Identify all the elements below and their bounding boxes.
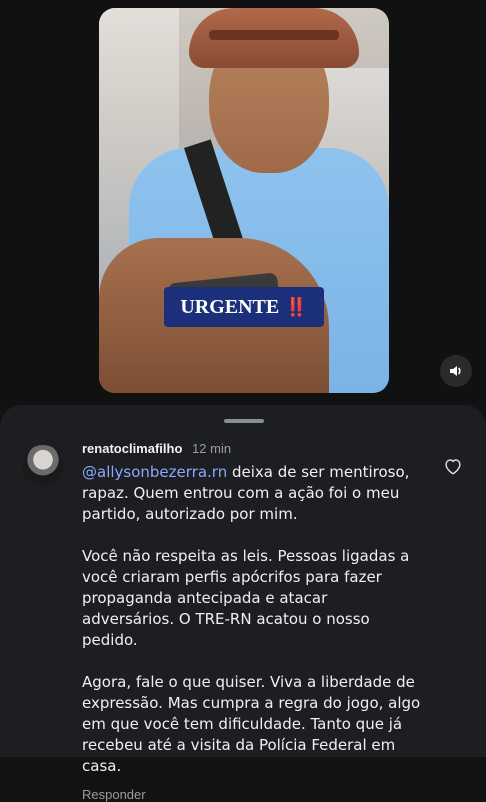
comments-sheet: renatoclimafilho 12 min @allysonbezerra.… — [0, 405, 486, 802]
urgent-caption: URGENTE ‼️ — [164, 287, 324, 327]
sound-toggle-button[interactable] — [440, 355, 472, 387]
mention-link[interactable]: @allysonbezerra.rn — [82, 463, 227, 481]
video-player[interactable] — [99, 8, 389, 393]
comment-username[interactable]: renatoclimafilho — [82, 441, 182, 456]
double-exclamation-icon: ‼️ — [285, 296, 308, 318]
comment-time: 12 min — [192, 441, 232, 456]
speaker-icon — [450, 366, 461, 376]
urgent-caption-text: URGENTE — [180, 295, 280, 318]
comment: renatoclimafilho 12 min @allysonbezerra.… — [82, 441, 422, 802]
avatar[interactable] — [22, 445, 64, 487]
reply-button[interactable]: Responder — [82, 787, 422, 802]
heart-icon — [445, 459, 461, 475]
video-area: URGENTE ‼️ — [0, 0, 486, 405]
comment-meta: renatoclimafilho 12 min — [82, 441, 422, 456]
sheet-drag-handle[interactable] — [224, 419, 264, 423]
hat-band — [209, 30, 339, 40]
like-button[interactable] — [442, 455, 464, 477]
comment-paragraph-1: @allysonbezerra.rn deixa de ser mentiros… — [82, 462, 422, 525]
comment-paragraph-2: Você não respeita as leis. Pessoas ligad… — [82, 547, 410, 649]
comment-paragraph-3: Agora, fale o que quiser. Viva a liberda… — [82, 673, 421, 775]
comment-body: @allysonbezerra.rn deixa de ser mentiros… — [82, 462, 422, 777]
